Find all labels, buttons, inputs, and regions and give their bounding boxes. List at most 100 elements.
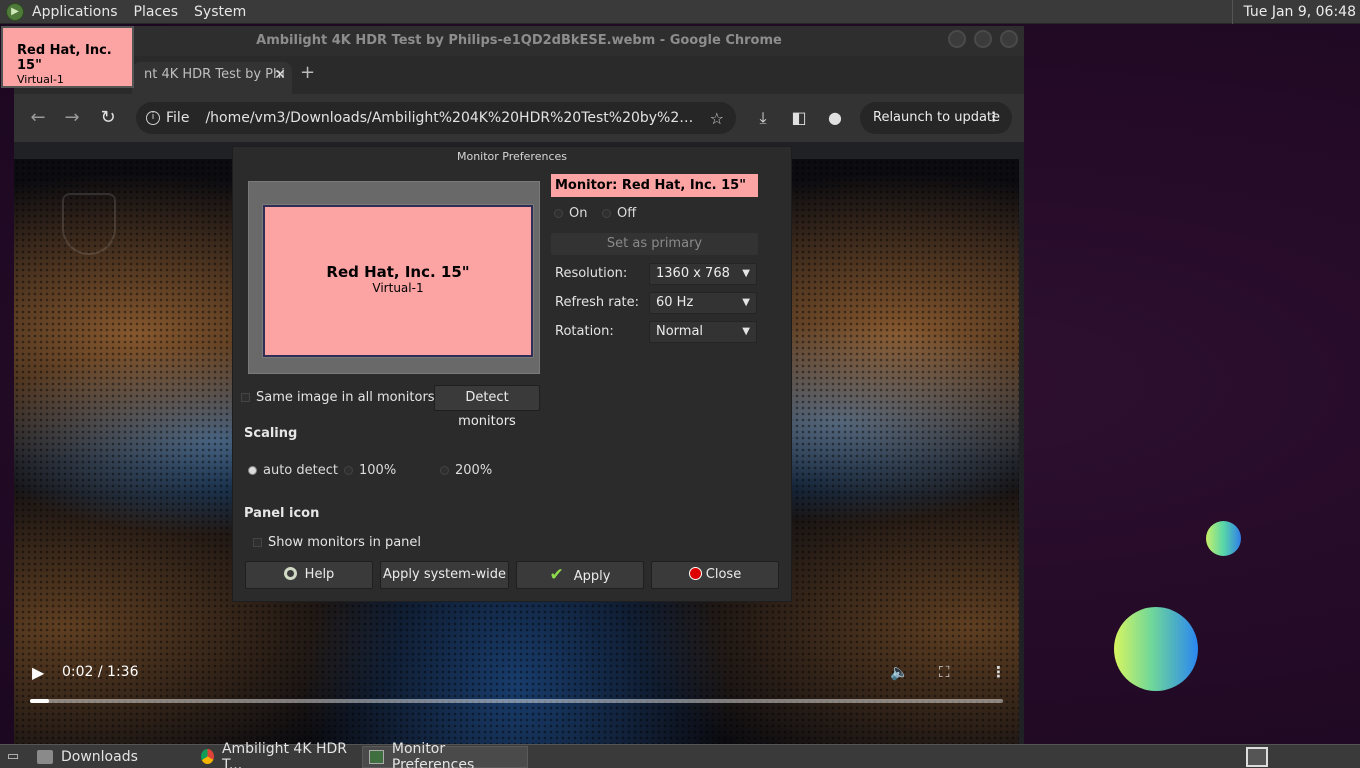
workspace-switcher[interactable] xyxy=(1246,747,1268,767)
preview-monitor-sub: Virtual-1 xyxy=(372,281,424,295)
radio-dot xyxy=(554,209,563,218)
close-icon xyxy=(688,567,702,580)
menu-applications[interactable]: Applications xyxy=(32,4,118,20)
apply-label: Apply xyxy=(573,569,611,584)
relaunch-button[interactable]: Relaunch to update ⋮ xyxy=(860,102,1012,134)
top-panel: ▶ Applications Places System Tue Jan 9, … xyxy=(0,0,1360,24)
profile-icon[interactable]: ● xyxy=(823,106,847,130)
back-arrow-icon[interactable]: ← xyxy=(26,106,50,130)
set-primary-button[interactable]: Set as primary xyxy=(551,233,758,255)
monitor-preview-area: Red Hat, Inc. 15" Virtual-1 xyxy=(248,181,540,374)
off-label: Off xyxy=(617,206,637,221)
volume-icon[interactable]: 🔈 xyxy=(890,663,909,681)
tab-close-icon[interactable]: ✕ xyxy=(274,62,286,88)
rotation-select[interactable]: Normal ▼ xyxy=(649,321,757,343)
scale-200-label: 200% xyxy=(455,463,493,478)
task-downloads[interactable]: Downloads xyxy=(30,746,190,768)
osd-monitor-name: Red Hat, Inc. 15" xyxy=(17,43,112,73)
resolution-label: Resolution: xyxy=(555,266,628,281)
chrome-icon xyxy=(201,749,214,764)
dialog-title[interactable]: Monitor Preferences xyxy=(233,147,791,167)
relaunch-label: Relaunch to update xyxy=(873,110,1001,125)
scaling-heading: Scaling xyxy=(244,426,298,441)
checkbox-box xyxy=(241,393,250,402)
chevron-down-icon: ▼ xyxy=(742,297,750,308)
video-progress-fill xyxy=(30,699,50,703)
apply-system-wide-button[interactable]: Apply system-wide xyxy=(380,561,509,589)
scale-100-radio[interactable]: 100% xyxy=(344,463,396,478)
bottom-taskbar: ▭ Downloads Ambilight 4K HDR T... Monito… xyxy=(0,741,1360,768)
maximize-button[interactable] xyxy=(974,30,992,48)
panel-icon-heading: Panel icon xyxy=(244,506,320,521)
info-icon[interactable]: i xyxy=(146,111,160,125)
scale-100-label: 100% xyxy=(359,463,397,478)
same-image-label: Same image in all monitors xyxy=(256,390,435,405)
task-chrome[interactable]: Ambilight 4K HDR T... xyxy=(194,741,358,768)
refresh-rate-select[interactable]: 60 Hz ▼ xyxy=(649,292,757,314)
tab-strip: nt 4K HDR Test by Phi ✕ xyxy=(14,56,1024,94)
monitor-preview[interactable]: Red Hat, Inc. 15" Virtual-1 xyxy=(262,204,534,358)
video-more-icon[interactable]: ⋮ xyxy=(991,663,1006,681)
refresh-rate-value: 60 Hz xyxy=(656,295,694,310)
show-desktop-icon[interactable]: ▭ xyxy=(2,746,24,768)
folder-icon xyxy=(37,749,53,764)
fullscreen-icon[interactable]: ⛶ xyxy=(939,663,950,681)
help-button[interactable]: Help xyxy=(245,561,373,589)
window-titlebar[interactable]: Ambilight 4K HDR Test by Philips-e1QD2dB… xyxy=(14,26,1024,56)
chevron-down-icon: ▼ xyxy=(742,326,750,337)
checkbox-box xyxy=(253,538,262,547)
menu-dots-icon[interactable]: ⋮ xyxy=(987,102,1000,134)
download-icon[interactable]: ⤓ xyxy=(751,106,775,130)
minimize-button[interactable] xyxy=(948,30,966,48)
video-progress-bar[interactable] xyxy=(30,699,1003,703)
checkmark-icon: ✔ xyxy=(549,565,564,585)
reload-icon[interactable]: ↻ xyxy=(96,106,120,130)
radio-dot xyxy=(602,209,611,218)
clock[interactable]: Tue Jan 9, 06:48 xyxy=(1232,0,1360,24)
play-icon[interactable]: ▶ xyxy=(32,663,44,682)
tab-video[interactable]: nt 4K HDR Test by Phi ✕ xyxy=(132,62,292,94)
monitor-off-radio[interactable]: Off xyxy=(602,206,636,221)
radio-dot xyxy=(248,466,257,475)
rotation-value: Normal xyxy=(656,324,704,339)
monitor-osd: Red Hat, Inc. 15" Virtual-1 xyxy=(1,26,134,88)
same-image-checkbox[interactable]: Same image in all monitors xyxy=(241,390,435,405)
address-bar[interactable]: i File /home/vm3/Downloads/Ambilight%204… xyxy=(136,102,736,134)
browser-toolbar: ← → ↻ i File /home/vm3/Downloads/Ambilig… xyxy=(14,94,1024,142)
distro-logo-icon[interactable]: ▶ xyxy=(6,2,24,21)
monitor-icon xyxy=(369,749,384,764)
desktop-orb-small xyxy=(1206,521,1241,556)
scheme-label: File xyxy=(166,110,190,126)
url-text[interactable]: /home/vm3/Downloads/Ambilight%204K%20HDR… xyxy=(205,110,701,126)
monitor-header: Monitor: Red Hat, Inc. 15" xyxy=(551,174,758,197)
task-monitor-preferences[interactable]: Monitor Preferences xyxy=(362,741,528,768)
video-controls: ▶ 0:02 / 1:36 🔈 ⛶ ⋮ xyxy=(14,655,1019,715)
rotation-label: Rotation: xyxy=(555,324,614,339)
scale-200-radio[interactable]: 200% xyxy=(440,463,492,478)
show-monitors-checkbox[interactable]: Show monitors in panel xyxy=(253,535,421,550)
task-downloads-label: Downloads xyxy=(61,748,138,765)
show-monitors-label: Show monitors in panel xyxy=(268,535,422,550)
close-label: Close xyxy=(705,567,742,582)
resolution-select[interactable]: 1360 x 768 ▼ xyxy=(649,263,757,285)
forward-arrow-icon[interactable]: → xyxy=(60,106,84,130)
new-tab-button[interactable]: + xyxy=(300,62,315,83)
scale-auto-radio[interactable]: auto detect xyxy=(248,463,338,478)
refresh-rate-label: Refresh rate: xyxy=(555,295,640,310)
apply-button[interactable]: ✔ Apply xyxy=(516,561,644,589)
radio-dot xyxy=(344,466,353,475)
menu-places[interactable]: Places xyxy=(134,4,179,20)
tab-title: nt 4K HDR Test by Phi xyxy=(144,67,285,82)
task-chrome-label: Ambilight 4K HDR T... xyxy=(221,740,347,768)
close-window-button[interactable] xyxy=(1000,30,1018,48)
close-button[interactable]: Close xyxy=(651,561,779,589)
bookmark-star-icon[interactable]: ☆ xyxy=(710,109,724,128)
osd-monitor-sub: Virtual-1 xyxy=(17,73,64,86)
help-label: Help xyxy=(304,567,335,582)
video-timecode: 0:02 / 1:36 xyxy=(62,664,139,680)
window-title: Ambilight 4K HDR Test by Philips-e1QD2dB… xyxy=(256,33,782,48)
detect-monitors-button[interactable]: Detect monitors xyxy=(434,385,540,429)
menu-system[interactable]: System xyxy=(194,4,246,20)
monitor-on-radio[interactable]: On xyxy=(554,206,587,221)
side-panel-icon[interactable]: ◧ xyxy=(787,106,811,130)
